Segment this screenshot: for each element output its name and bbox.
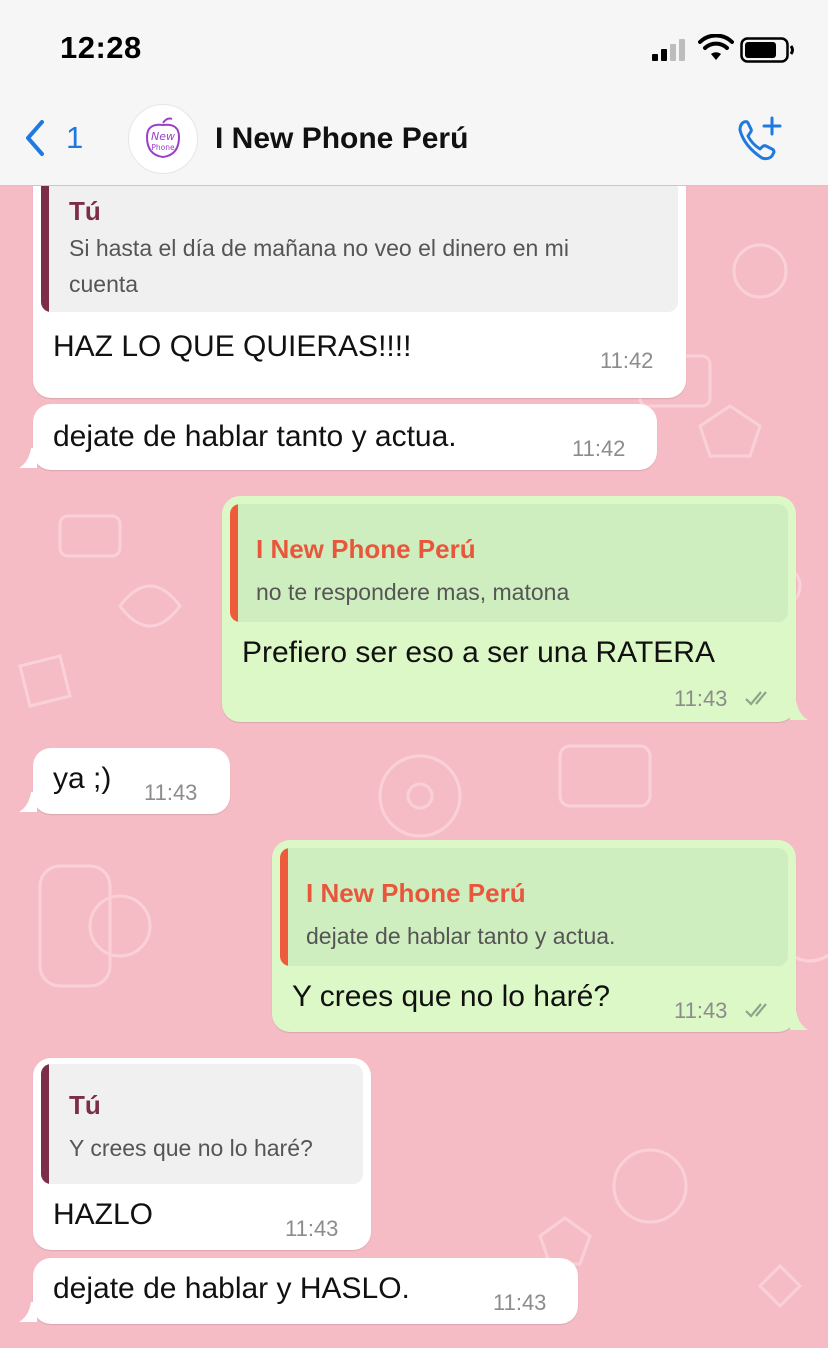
quote-accent-bar	[230, 504, 238, 622]
quote-text-line: Y crees que no lo haré?	[69, 1135, 313, 1161]
quote-author: Tú	[69, 1090, 101, 1120]
svg-text:Phone: Phone	[151, 143, 175, 152]
quoted-reply[interactable]: Tú Y crees que no lo haré?	[41, 1064, 363, 1184]
wifi-icon	[698, 34, 734, 60]
battery-icon	[740, 37, 794, 63]
chat-header: 1 New Phone I New Phone Perú	[0, 94, 828, 186]
message-time: 11:43	[144, 780, 198, 805]
add-call-icon[interactable]	[734, 116, 784, 164]
read-receipt-icon	[745, 1003, 767, 1018]
status-time: 12:28	[60, 30, 142, 65]
message-bubble-incoming[interactable]: Tú Y crees que no lo haré? HAZLO 11:43	[33, 1058, 371, 1250]
cellular-signal-icon	[652, 39, 685, 61]
message-text: Prefiero ser eso a ser una RATERA	[242, 636, 715, 669]
message-text: ya ;)	[53, 762, 112, 795]
message-bubble-incoming[interactable]: Tú Si hasta el día de mañana no veo el d…	[33, 186, 686, 398]
quote-author: Tú	[69, 196, 101, 226]
quoted-reply[interactable]: I New Phone Perú dejate de hablar tanto …	[280, 848, 788, 966]
quote-author: I New Phone Perú	[306, 878, 526, 908]
message-time: 11:43	[285, 1216, 339, 1241]
quote-accent-bar	[41, 186, 49, 312]
message-bubble-incoming[interactable]: dejate de hablar tanto y actua. 11:42	[33, 404, 657, 470]
quote-author: I New Phone Perú	[256, 534, 476, 564]
message-text: Y crees que no lo haré?	[292, 980, 611, 1013]
quote-text-line: Si hasta el día de mañana no veo el dine…	[69, 235, 569, 261]
chevron-left-icon	[26, 120, 44, 156]
quote-text-line: dejate de hablar tanto y actua.	[306, 923, 616, 949]
status-bar: 12:28	[0, 0, 828, 94]
message-bubble-incoming[interactable]: ya ;) 11:43	[33, 748, 230, 814]
back-button[interactable]: 1	[22, 116, 102, 160]
message-time: 11:43	[674, 998, 728, 1023]
bubble-tail	[19, 448, 37, 468]
message-text: dejate de hablar y HASLO.	[53, 1272, 410, 1305]
bubble-tail	[19, 792, 37, 812]
quote-accent-bar	[41, 1064, 49, 1184]
bubble-tail	[790, 1010, 808, 1030]
contact-avatar[interactable]: New Phone	[128, 104, 198, 174]
message-text: HAZLO	[53, 1198, 154, 1231]
bubble-tail	[19, 1302, 37, 1322]
quote-accent-bar	[280, 848, 288, 966]
svg-text:New: New	[151, 130, 175, 143]
message-time: 11:43	[674, 686, 728, 711]
message-bubble-incoming[interactable]: dejate de hablar y HASLO. 11:43	[33, 1258, 578, 1324]
message-text: dejate de hablar tanto y actua.	[53, 420, 457, 453]
message-time: 11:42	[600, 348, 654, 373]
brand-logo-icon: New Phone	[145, 117, 181, 159]
quote-text-line: cuenta	[69, 271, 139, 297]
message-time: 11:43	[493, 1290, 547, 1315]
quoted-reply[interactable]: I New Phone Perú no te respondere mas, m…	[230, 504, 788, 622]
bubble-tail	[790, 700, 808, 720]
message-bubble-outgoing[interactable]: I New Phone Perú dejate de hablar tanto …	[272, 840, 796, 1032]
chat-area[interactable]: Tú Si hasta el día de mañana no veo el d…	[0, 186, 828, 1348]
quoted-reply[interactable]: Tú Si hasta el día de mañana no veo el d…	[41, 186, 678, 312]
contact-name[interactable]: I New Phone Perú	[215, 122, 468, 156]
read-receipt-icon	[745, 691, 767, 706]
quote-text-line: no te respondere mas, matona	[256, 579, 570, 605]
message-text: HAZ LO QUE QUIERAS!!!!	[53, 330, 412, 363]
unread-count: 1	[66, 120, 84, 155]
message-bubble-outgoing[interactable]: I New Phone Perú no te respondere mas, m…	[222, 496, 796, 722]
message-time: 11:42	[572, 436, 626, 461]
